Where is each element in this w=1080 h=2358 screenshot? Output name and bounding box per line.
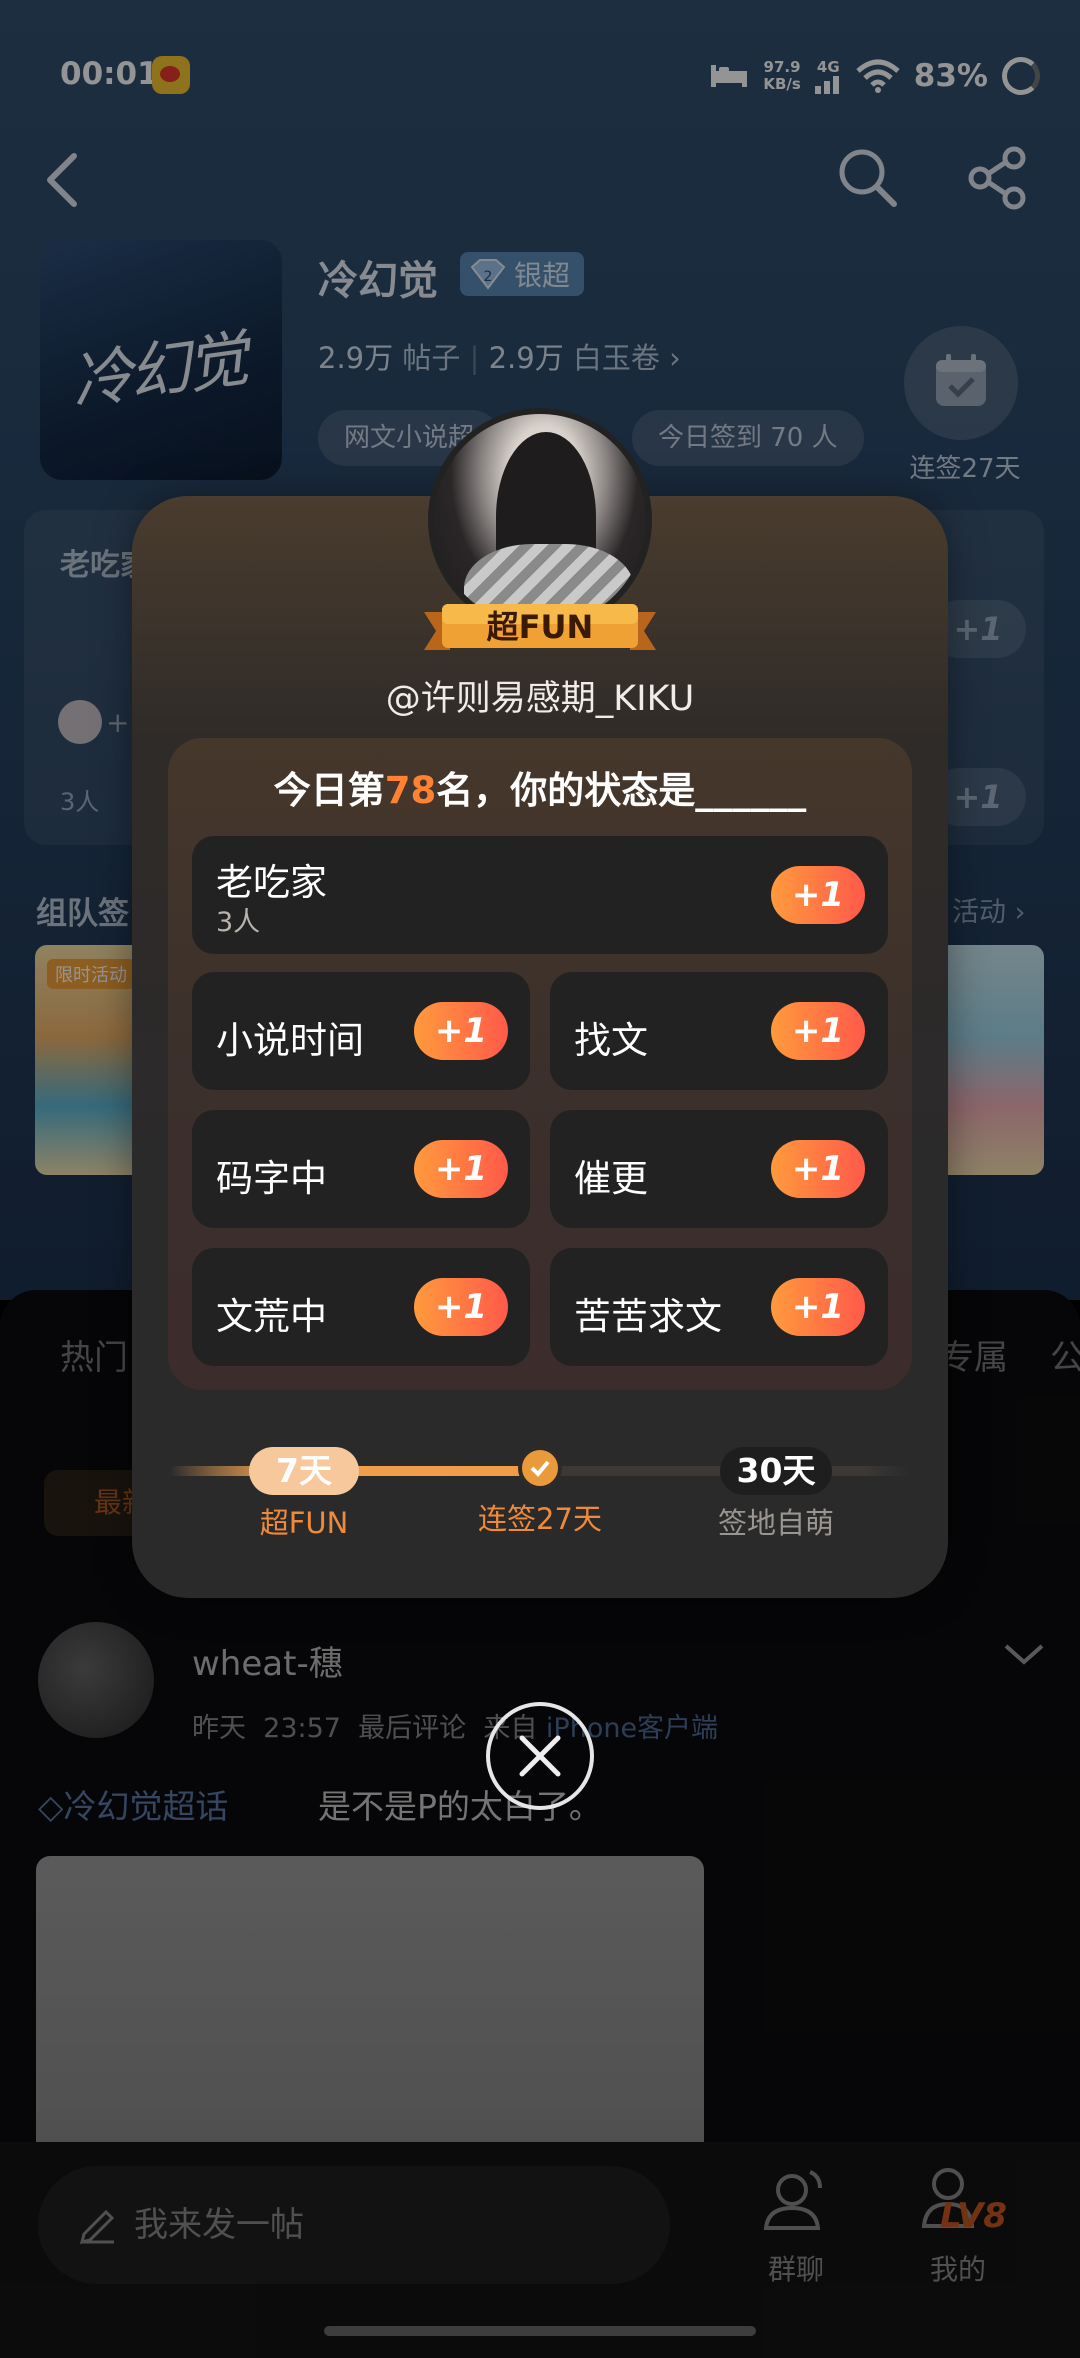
status-option-label: 催更 — [574, 1157, 648, 1200]
title-prefix: 今日第 — [273, 769, 385, 812]
user-level-badge: 超FUN — [486, 608, 594, 646]
plus-one-button[interactable]: +1 — [771, 1278, 865, 1336]
plus-one-button[interactable]: +1 — [414, 1278, 508, 1336]
current-streak-label: 连签27天 — [478, 1502, 602, 1536]
milestone-7-days: 7天 — [249, 1447, 359, 1495]
plus-one-button[interactable]: +1 — [414, 1002, 508, 1060]
rank-number: 78 — [384, 769, 437, 812]
close-icon — [519, 1735, 561, 1777]
milestone-30-label: 签地自萌 — [717, 1506, 834, 1540]
user-handle: @许则易感期_KIKU — [385, 679, 695, 719]
plus-one-button[interactable]: +1 — [414, 1140, 508, 1198]
close-modal-button[interactable] — [486, 1702, 594, 1810]
check-icon — [530, 1460, 550, 1477]
current-progress-check-icon — [518, 1446, 562, 1490]
status-option-count: 3人 — [216, 907, 261, 938]
status-option-label: 文荒中 — [216, 1295, 327, 1338]
status-option-label: 苦苦求文 — [574, 1295, 722, 1338]
status-question-title: 今日第78名，你的状态是______ — [168, 760, 912, 814]
plus-one-button[interactable]: +1 — [771, 1002, 865, 1060]
screen: 00:01 97.9 KB/s 4G 83% 冷幻觉 冷幻觉 2 银超 2.9万… — [0, 0, 1080, 2358]
milestone-7-label: 超FUN — [259, 1506, 349, 1540]
status-option-label: 老吃家 — [216, 861, 327, 904]
title-suffix: 名，你的状态是______ — [436, 769, 807, 812]
status-option-label: 小说时间 — [216, 1019, 364, 1062]
status-option-label: 码字中 — [216, 1157, 327, 1200]
milestone-30-days: 30天 — [720, 1447, 832, 1495]
plus-one-button[interactable]: +1 — [771, 866, 865, 924]
plus-one-button[interactable]: +1 — [771, 1140, 865, 1198]
status-option-label: 找文 — [574, 1019, 648, 1062]
